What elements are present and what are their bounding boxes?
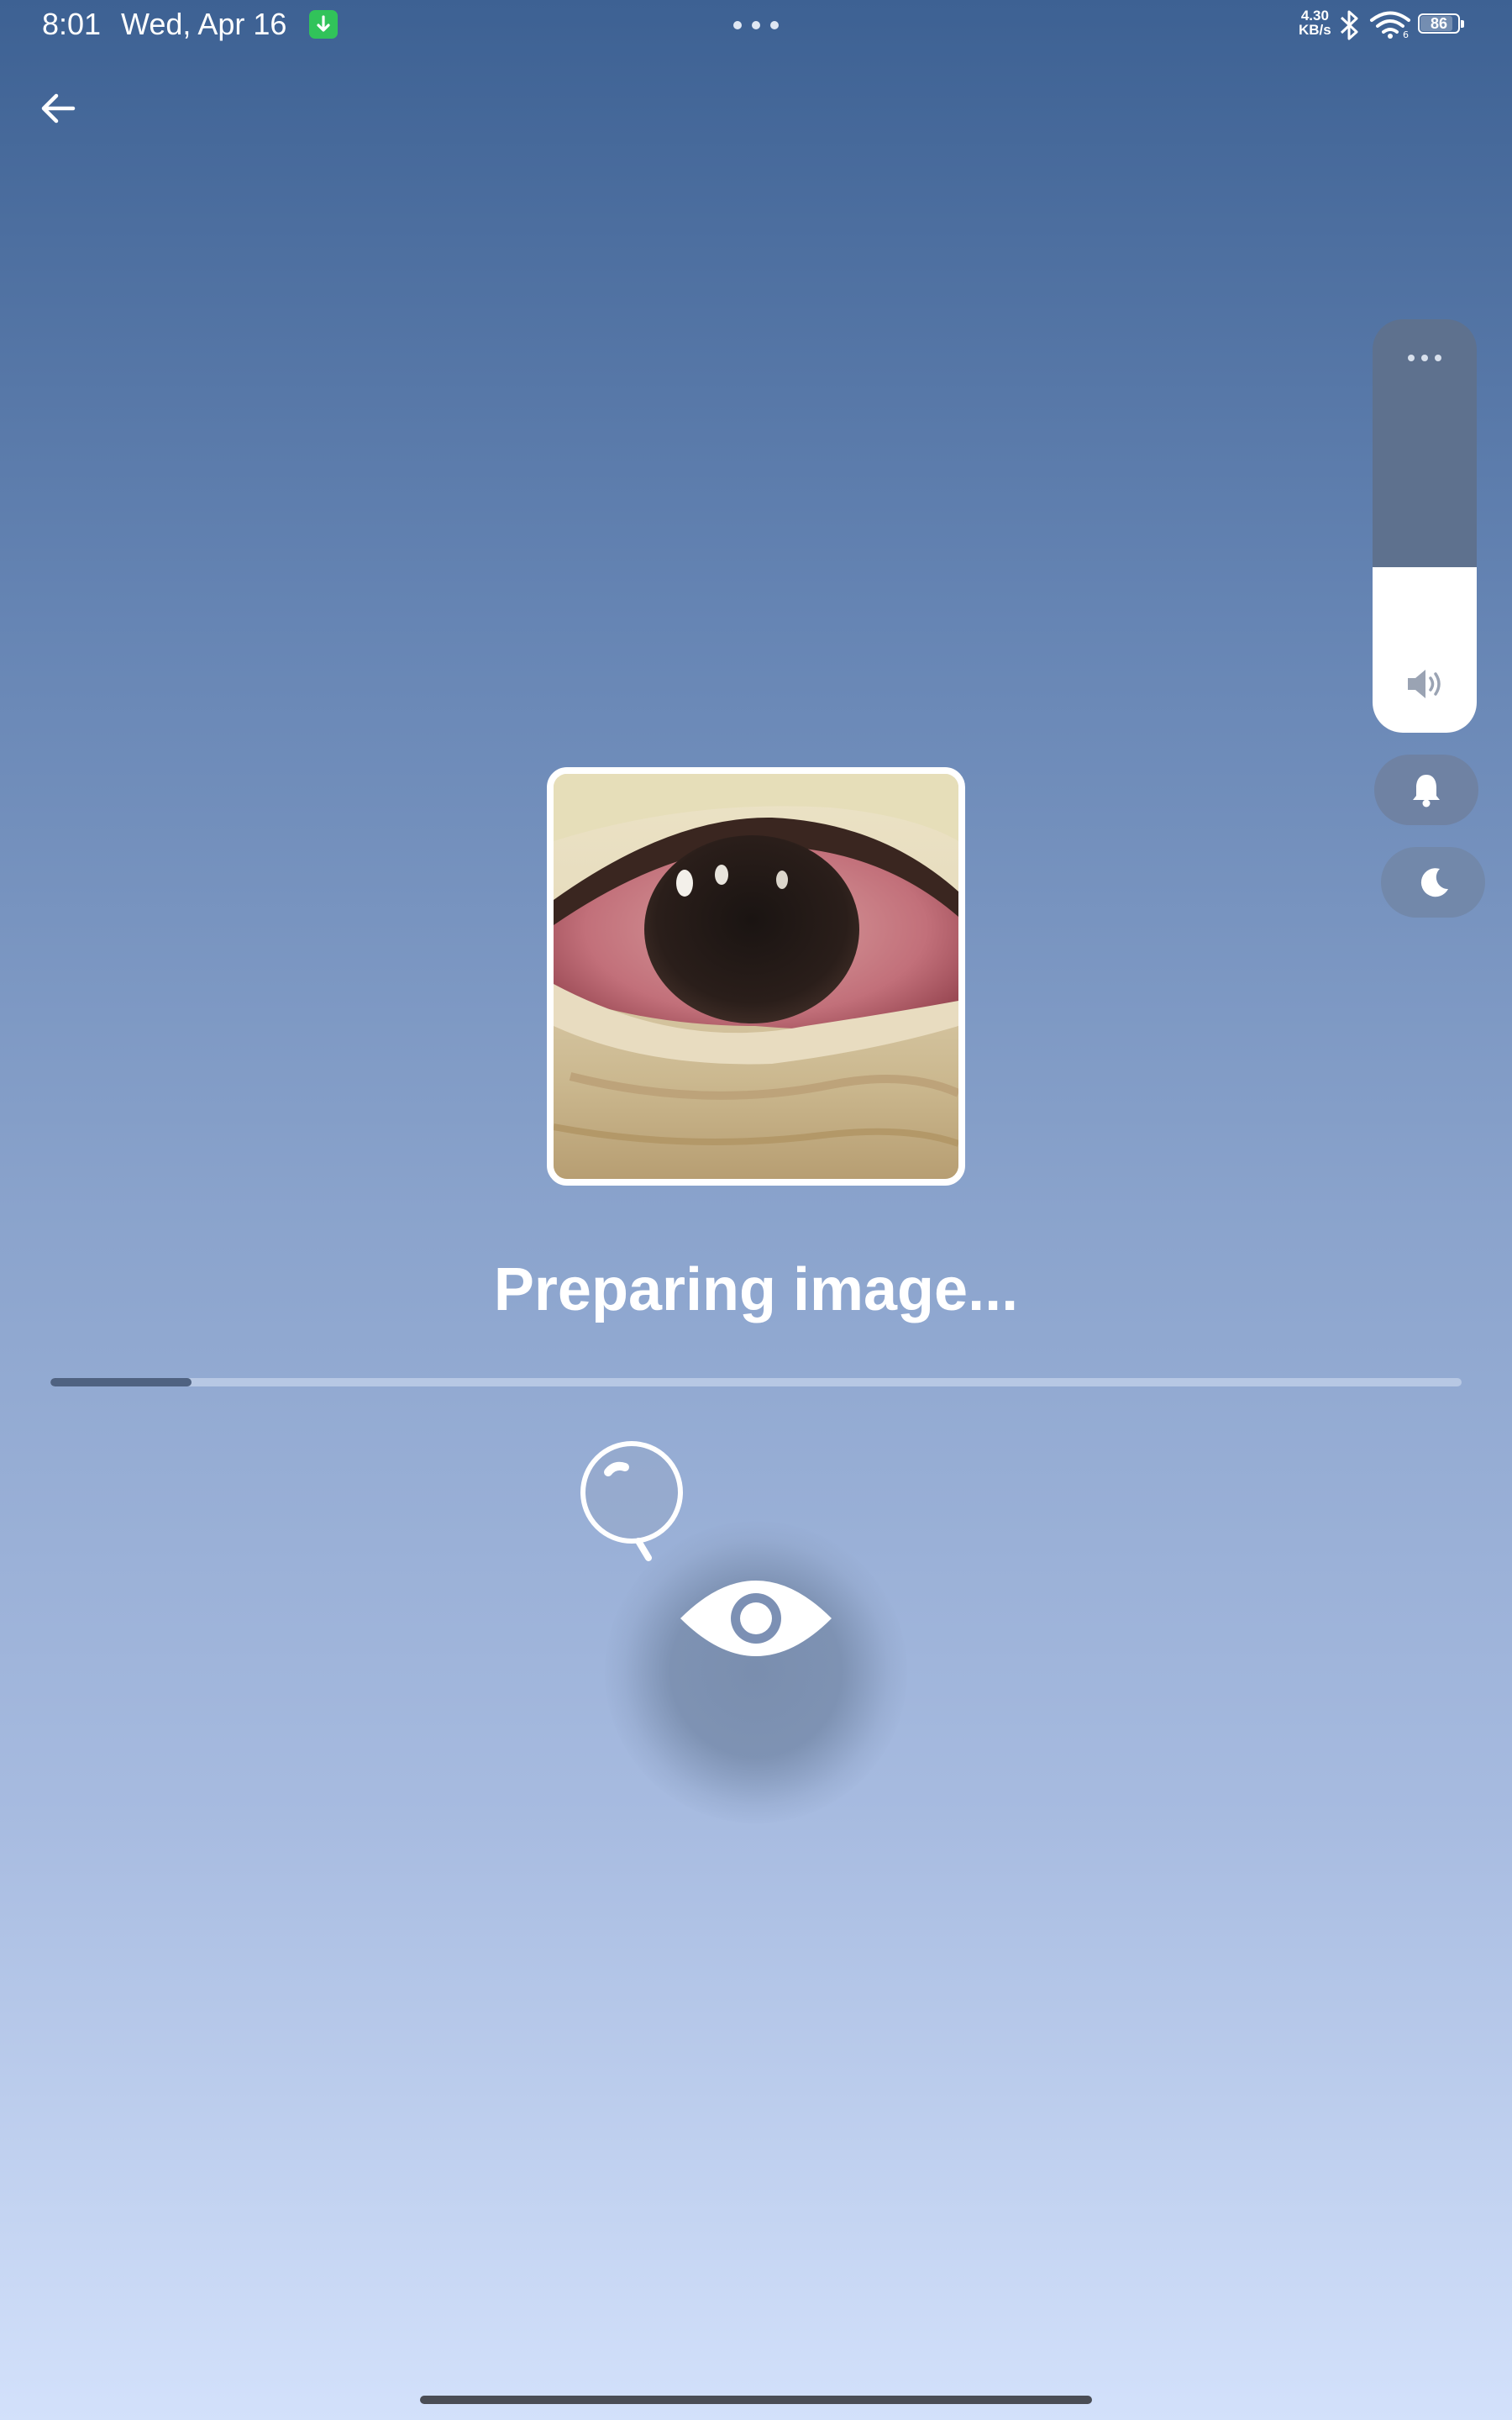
wifi-icon: 6 [1370, 11, 1410, 39]
svg-text:6: 6 [1403, 29, 1409, 39]
bell-icon [1413, 775, 1440, 808]
more-horizontal-icon[interactable] [1406, 353, 1443, 363]
ring-mode-button[interactable] [1374, 755, 1478, 825]
eye-icon [680, 1581, 832, 1656]
volume-slider[interactable] [1373, 319, 1477, 733]
speaker-icon [1408, 670, 1441, 698]
battery-level: 86 [1430, 15, 1448, 32]
eye-photo-image [554, 774, 958, 1179]
status-bar: 8:01 Wed, Apr 16 4.30 KB/s 6 86 [0, 0, 1512, 50]
eye-photo-thumbnail [547, 767, 965, 1186]
volume-level-fill [1373, 567, 1477, 733]
network-speed: 4.30 KB/s [1299, 8, 1331, 38]
do-not-disturb-button[interactable] [1381, 847, 1485, 918]
preparing-image-text: Preparing image... [493, 1256, 1019, 1323]
status-time: 8:01 [42, 7, 102, 41]
home-indicator[interactable] [420, 2396, 1092, 2404]
more-dots-icon [733, 21, 779, 29]
bluetooth-icon [1340, 10, 1358, 40]
arrow-left-icon [41, 93, 76, 124]
battery-icon: 86 [1418, 13, 1465, 35]
moon-icon [1420, 868, 1448, 897]
back-button[interactable] [30, 81, 86, 136]
progress-bar [50, 1378, 1462, 1386]
download-notification-icon [309, 10, 338, 39]
status-date: Wed, Apr 16 [121, 7, 287, 41]
progress-bar-fill [50, 1378, 192, 1386]
